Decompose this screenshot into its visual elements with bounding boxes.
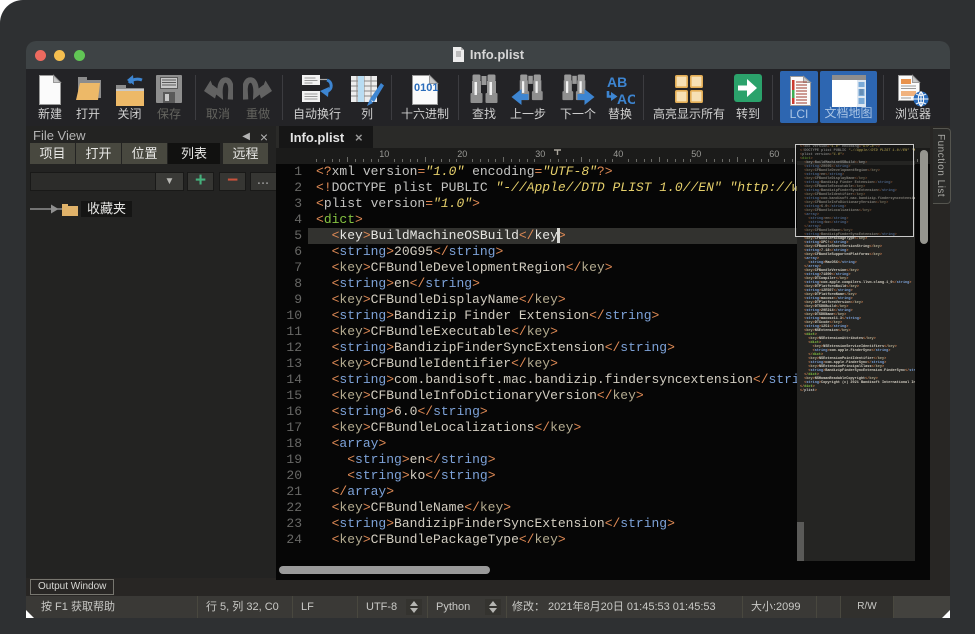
- svg-text:AB: AB: [607, 74, 627, 90]
- svg-text:0101: 0101: [414, 82, 438, 94]
- svg-text:AC: AC: [617, 91, 635, 106]
